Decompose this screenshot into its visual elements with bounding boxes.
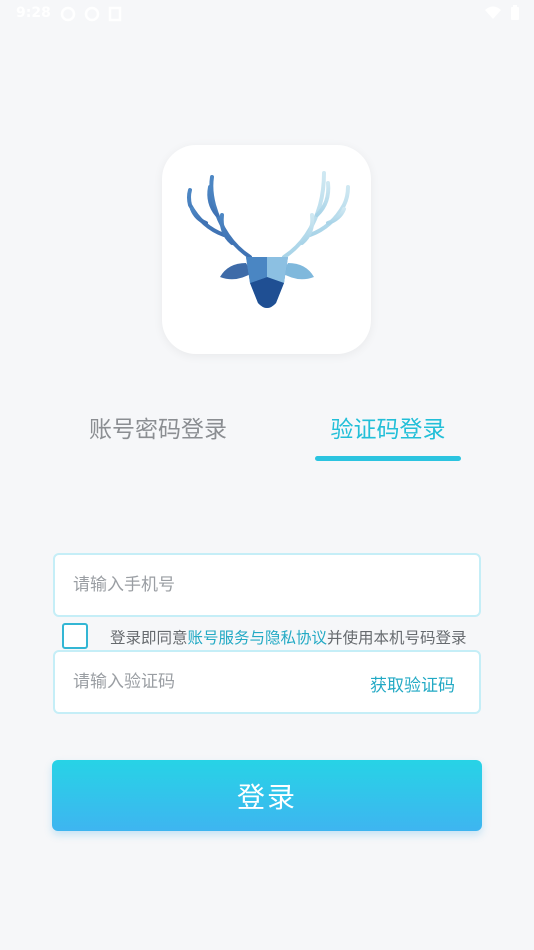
agreement-suffix: 并使用本机号码登录 (327, 629, 467, 647)
active-tab-indicator (315, 456, 461, 461)
agreement-link[interactable]: 账号服务与隐私协议 (188, 629, 328, 647)
sim-icon (108, 6, 122, 22)
agreement-prefix: 登录即同意 (110, 629, 188, 647)
code-field: 获取验证码 (53, 650, 481, 714)
wifi-icon (485, 6, 501, 19)
status-icons-left (60, 6, 122, 22)
status-icons-right (484, 5, 520, 21)
notification-icon (84, 6, 100, 22)
notification-icon (60, 6, 76, 22)
battery-icon (511, 5, 519, 20)
phone-field (53, 553, 481, 617)
status-bar: 9:28 (0, 0, 534, 28)
tab-password-login[interactable]: 账号密码登录 (72, 410, 244, 444)
status-time: 9:28 (16, 5, 51, 21)
agreement-checkbox[interactable] (62, 623, 88, 649)
agreement-text: 登录即同意账号服务与隐私协议并使用本机号码登录 (110, 626, 467, 648)
app-logo (162, 145, 371, 354)
deer-antler-logo-icon (187, 171, 350, 308)
agreement-row: 登录即同意账号服务与隐私协议并使用本机号码登录 (62, 622, 534, 650)
code-input[interactable] (73, 666, 353, 698)
phone-input[interactable] (73, 569, 353, 601)
get-code-button[interactable]: 获取验证码 (370, 671, 455, 696)
tab-sms-login[interactable]: 验证码登录 (314, 410, 462, 444)
login-button[interactable]: 登录 (52, 760, 482, 831)
